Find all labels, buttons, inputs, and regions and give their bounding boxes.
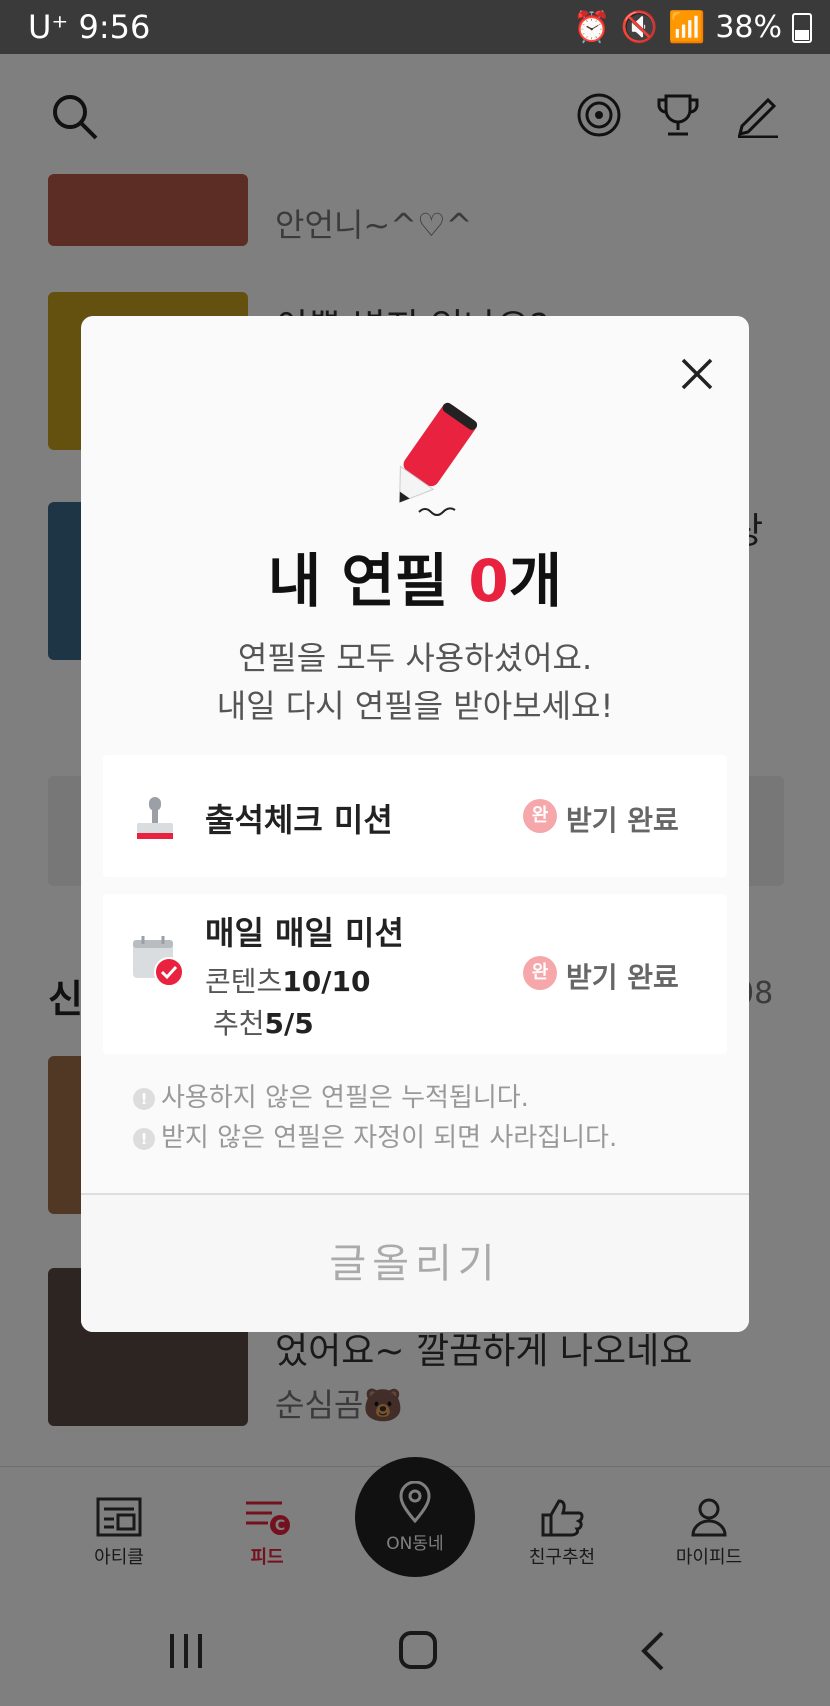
notice-icon: ! <box>133 1127 155 1150</box>
stamp-icon <box>137 797 173 839</box>
note-item: ! 받지 않은 연필은 자정이 되면 사라집니다. <box>133 1118 617 1158</box>
complete-badge: 완 <box>523 956 557 990</box>
mission-status: 받기 완료 <box>566 804 679 837</box>
daily-mission: 매일 매일 미션 콘텐츠10/10 추천5/5 완 받기 완료 <box>103 894 727 1054</box>
alarm-icon: ⏰ <box>573 10 611 45</box>
battery-percent: 38% <box>715 10 782 45</box>
mission-title: 매일 매일 미션 <box>205 914 404 952</box>
pencil-modal: 내 연필 0개 연필을 모두 사용하셨어요. 내일 다시 연필을 받아보세요! … <box>81 316 749 1332</box>
status-icons: ⏰ 🔇 📶 38% <box>573 10 812 45</box>
mission-progress-recommend: 추천5/5 <box>213 1007 314 1040</box>
post-button[interactable]: 글올리기 <box>81 1195 749 1332</box>
modal-notes: ! 사용하지 않은 연필은 누적됩니다. ! 받지 않은 연필은 자정이 되면 사라… <box>133 1078 617 1158</box>
wifi-icon: 📶 <box>667 10 706 45</box>
pencil-icon <box>399 402 478 516</box>
battery-icon <box>792 12 812 43</box>
calendar-check-icon <box>133 936 184 987</box>
notice-icon: ! <box>133 1087 155 1110</box>
complete-badge: 완 <box>523 799 557 833</box>
status-bar: U⁺ 9:56 ⏰ 🔇 📶 38% <box>0 0 830 54</box>
mission-status: 받기 완료 <box>566 961 679 994</box>
status-carrier-time: U⁺ 9:56 <box>28 8 151 46</box>
mission-title: 출석체크 미션 <box>205 801 393 839</box>
close-icon[interactable] <box>675 352 719 396</box>
note-item: ! 사용하지 않은 연필은 누적됩니다. <box>133 1078 617 1118</box>
modal-description: 연필을 모두 사용하셨어요. 내일 다시 연필을 받아보세요! <box>216 639 614 725</box>
mute-icon: 🔇 <box>620 10 658 45</box>
attendance-mission: 출석체크 미션 완 받기 완료 <box>103 755 727 877</box>
pencil-count: 0 <box>468 547 509 615</box>
mission-progress-content: 콘텐츠10/10 <box>205 965 371 998</box>
modal-title: 내 연필 0개 <box>267 547 563 615</box>
post-button-area: 글올리기 <box>81 1193 749 1332</box>
